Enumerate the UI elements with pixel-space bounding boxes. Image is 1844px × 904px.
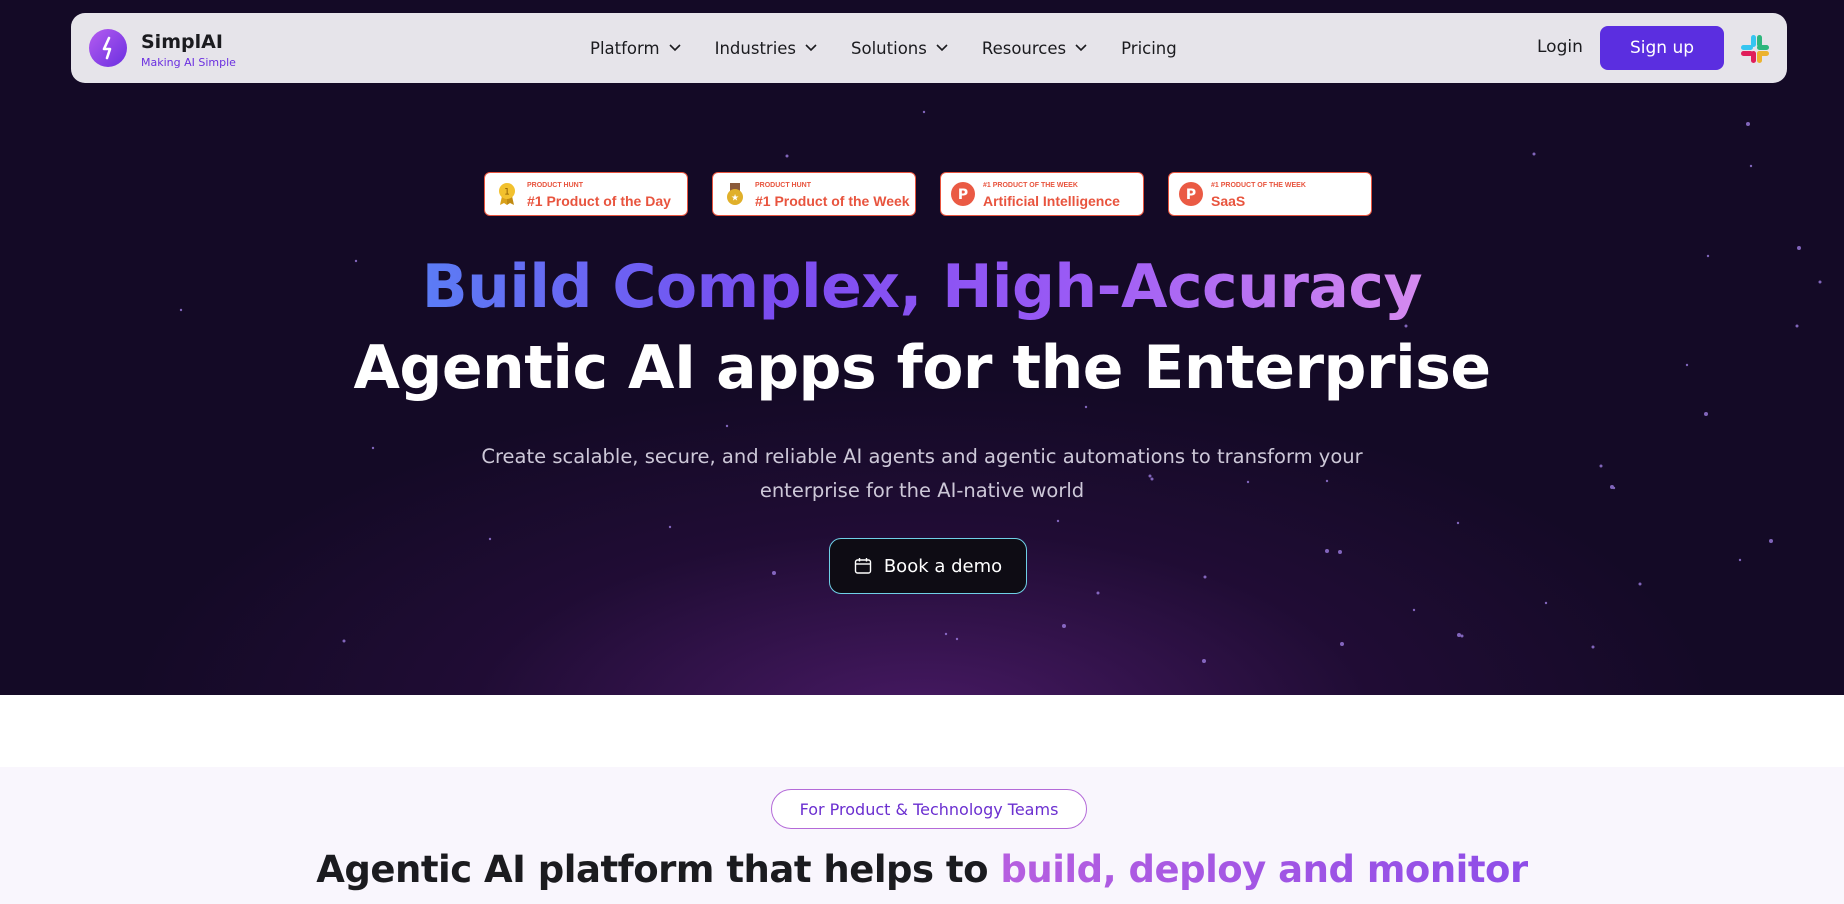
chevron-down-icon	[936, 44, 948, 52]
login-link[interactable]: Login	[1537, 37, 1583, 57]
svg-text:★: ★	[731, 194, 739, 204]
badge-title: Artificial Intelligence	[983, 193, 1120, 209]
menu-item-label: Pricing	[1121, 38, 1177, 58]
badge-title: #1 Product of the Week	[755, 193, 910, 209]
product-hunt-logo-icon: P	[951, 182, 975, 206]
award-badges: 1 PRODUCT HUNT #1 Product of the Day ★ P…	[484, 172, 1396, 216]
svg-text:P: P	[958, 187, 968, 203]
badge-caption: PRODUCT HUNT	[527, 182, 583, 189]
section-pill: For Product & Technology Teams	[771, 789, 1087, 829]
section-heading-accent: build, deploy and monitor	[1000, 848, 1528, 891]
badge-product-of-day[interactable]: 1 PRODUCT HUNT #1 Product of the Day	[484, 172, 688, 216]
simplai-logo-icon[interactable]	[89, 29, 127, 67]
hero-subtitle-line1: Create scalable, secure, and reliable AI…	[481, 445, 1363, 468]
badge-caption: #1 PRODUCT OF THE WEEK	[983, 182, 1078, 189]
signup-button[interactable]: Sign up	[1600, 26, 1724, 70]
svg-text:P: P	[1186, 187, 1196, 203]
badge-product-of-week[interactable]: ★ PRODUCT HUNT #1 Product of the Week	[712, 172, 916, 216]
menu-item-label: Industries	[714, 38, 797, 58]
menu-item-solutions[interactable]: Solutions	[851, 39, 948, 58]
svg-text:1: 1	[504, 188, 510, 198]
chevron-down-icon	[1075, 44, 1087, 52]
menu-item-industries[interactable]: Industries	[715, 39, 817, 58]
menu-item-resources[interactable]: Resources	[982, 39, 1087, 58]
brand-name[interactable]: SimplAI	[141, 31, 223, 53]
main-menu: Platform Industries Solutions Resources …	[590, 13, 1211, 83]
chevron-down-icon	[805, 44, 817, 52]
menu-item-pricing[interactable]: Pricing	[1121, 39, 1177, 58]
slack-icon[interactable]	[1739, 33, 1771, 65]
badge-title: SaaS	[1211, 193, 1246, 209]
brand-tagline: Making AI Simple	[141, 56, 236, 69]
badge-caption: PRODUCT HUNT	[755, 182, 811, 189]
hero-subtitle: Create scalable, secure, and reliable AI…	[422, 440, 1422, 508]
hero-subtitle-line2: enterprise for the AI-native world	[759, 479, 1085, 502]
hero-title-line2: Agentic AI apps for the Enterprise	[353, 333, 1491, 403]
section-heading-plain: Agentic AI platform that helps to	[316, 848, 1001, 891]
hero-section: SimplAI Making AI Simple Platform Indust…	[0, 0, 1844, 695]
menu-item-label: Solutions	[851, 38, 927, 58]
badge-caption: #1 PRODUCT OF THE WEEK	[1211, 182, 1306, 189]
menu-item-label: Platform	[590, 38, 660, 58]
calendar-icon	[854, 558, 872, 574]
book-demo-label: Book a demo	[883, 555, 1003, 577]
top-navbar: SimplAI Making AI Simple Platform Indust…	[71, 13, 1787, 83]
badge-week-saas[interactable]: P #1 PRODUCT OF THE WEEK SaaS	[1168, 172, 1372, 216]
badge-week-ai[interactable]: P #1 PRODUCT OF THE WEEK Artificial Inte…	[940, 172, 1144, 216]
gold-medal-icon: 1	[499, 183, 515, 205]
section-heading: Agentic AI platform that helps to build,…	[0, 848, 1844, 891]
hero-title-gradient: Build Complex, High-Accuracy	[421, 252, 1423, 322]
menu-item-platform[interactable]: Platform	[590, 39, 681, 58]
book-demo-button[interactable]: Book a demo	[829, 538, 1027, 594]
hero-title-line1: Build Complex, High-Accuracy	[0, 252, 1844, 322]
chevron-down-icon	[669, 44, 681, 52]
badge-title: #1 Product of the Day	[527, 193, 671, 209]
menu-item-label: Resources	[981, 38, 1067, 58]
product-hunt-logo-icon: P	[1179, 182, 1203, 206]
bronze-medal-icon: ★	[727, 183, 743, 205]
